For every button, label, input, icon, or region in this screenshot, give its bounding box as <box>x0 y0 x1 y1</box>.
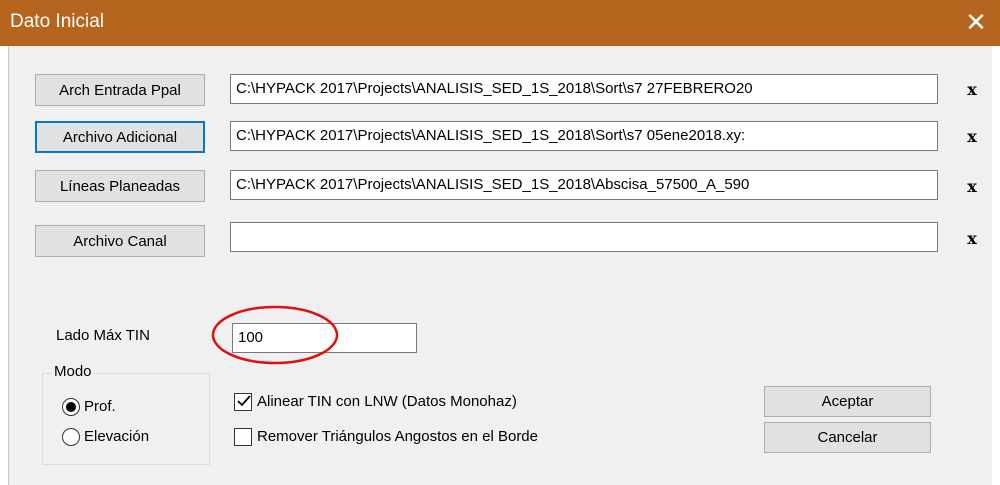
archivo-canal-path[interactable] <box>230 222 938 252</box>
arch-entrada-ppal-button[interactable]: Arch Entrada Ppal <box>35 74 205 106</box>
clear-archivo-canal-button[interactable]: x <box>960 228 984 250</box>
lado-max-tin-input[interactable]: 100 <box>232 323 417 353</box>
clear-lineas-planeadas-button[interactable]: x <box>960 176 984 198</box>
window-title: Dato Inicial <box>10 11 104 32</box>
archivo-adicional-path[interactable]: C:\HYPACK 2017\Projects\ANALISIS_SED_1S_… <box>230 121 938 151</box>
archivo-adicional-button[interactable]: Archivo Adicional <box>35 121 205 153</box>
arch-entrada-ppal-path[interactable]: C:\HYPACK 2017\Projects\ANALISIS_SED_1S_… <box>230 74 938 104</box>
modo-groupbox <box>42 373 210 465</box>
aceptar-button[interactable]: Aceptar <box>764 386 931 417</box>
remover-triangulos-checkbox[interactable] <box>234 428 252 446</box>
check-icon <box>237 395 251 407</box>
dialog-body: Arch Entrada Ppal C:\HYPACK 2017\Project… <box>8 46 992 485</box>
cancelar-button[interactable]: Cancelar <box>764 422 931 453</box>
clear-archivo-adicional-button[interactable]: x <box>960 126 984 148</box>
prof-radio-label: Prof. <box>84 398 116 415</box>
alinear-tin-checkbox[interactable] <box>234 393 252 411</box>
clear-arch-entrada-ppal-button[interactable]: x <box>960 79 984 101</box>
elevacion-radio-label: Elevación <box>84 428 150 445</box>
title-bar: Dato Inicial ✕ <box>0 0 1000 46</box>
lineas-planeadas-path[interactable]: C:\HYPACK 2017\Projects\ANALISIS_SED_1S_… <box>230 170 938 200</box>
alinear-tin-label: Alinear TIN con LNW (Datos Monohaz) <box>257 393 517 410</box>
lineas-planeadas-button[interactable]: Líneas Planeadas <box>35 170 205 202</box>
archivo-canal-button[interactable]: Archivo Canal <box>35 225 205 257</box>
elevacion-radio[interactable] <box>62 428 80 446</box>
modo-group-title: Modo <box>51 363 95 380</box>
dialog-window: Dato Inicial ✕ Arch Entrada Ppal C:\HYPA… <box>0 0 1000 485</box>
lado-max-tin-label: Lado Máx TIN <box>56 327 150 344</box>
close-icon[interactable]: ✕ <box>962 8 990 36</box>
prof-radio[interactable] <box>62 398 80 416</box>
remover-triangulos-label: Remover Triángulos Angostos en el Borde <box>257 428 538 445</box>
